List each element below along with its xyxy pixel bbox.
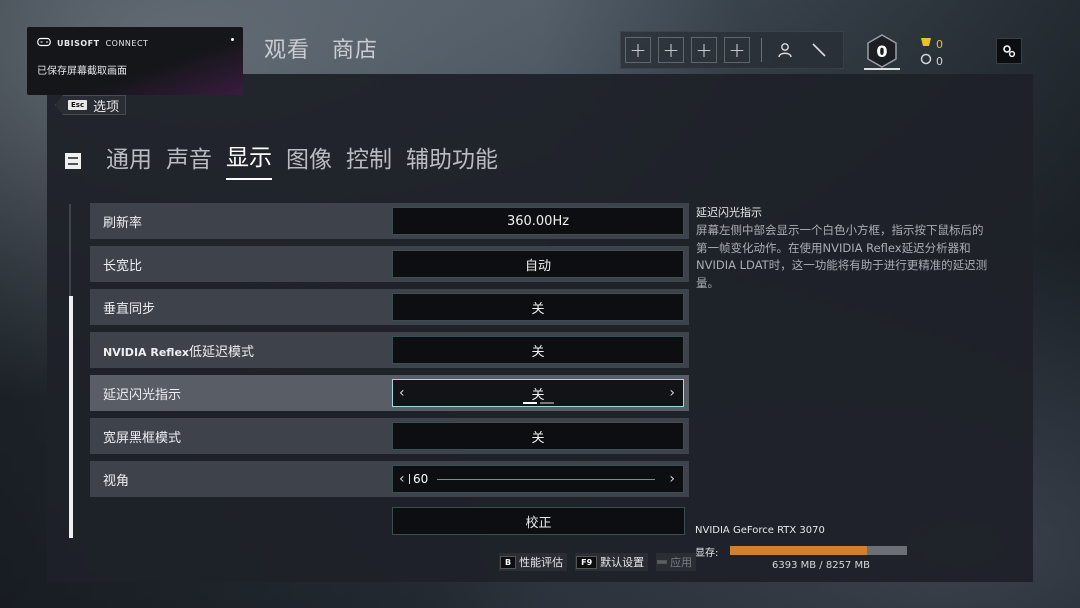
options-tabs: 通用 声音 显示 图像 控制 辅助功能	[64, 138, 498, 180]
chevron-left-icon[interactable]: ‹	[399, 471, 405, 487]
toast-message: 已保存屏幕截取画面	[37, 66, 127, 77]
setting-value-box[interactable]: 自动	[392, 250, 684, 278]
brand-name: UBISOFT	[57, 38, 100, 48]
setting-value-box[interactable]: 关	[392, 336, 684, 364]
setting-value-box[interactable]: ‹ 关 ›	[392, 379, 684, 407]
slider-value: 60	[413, 472, 429, 486]
scrollbar-thumb[interactable]	[69, 296, 73, 538]
setting-label: 视角	[103, 473, 130, 489]
footer-label: 应用	[670, 556, 693, 569]
back-label: 选项	[93, 99, 120, 115]
chevron-right-icon[interactable]: ›	[669, 471, 675, 487]
footer-label: 性能评估	[519, 556, 564, 569]
ubisoft-connect-brand: UBISOFT CONNECT	[37, 37, 148, 49]
credits-icon	[920, 53, 932, 70]
renown-icon	[920, 36, 932, 53]
setting-value-box[interactable]: 关	[392, 293, 684, 321]
screenshot-toast: UBISOFT CONNECT 已保存屏幕截取画面	[27, 27, 243, 95]
setting-label: 刷新率	[103, 215, 143, 231]
squad-slot-3[interactable]: +	[691, 37, 717, 63]
setting-label: 垂直同步	[103, 301, 156, 317]
settings-list: 刷新率 360.00Hz 长宽比 自动 垂直同步 关 NVIDIA Reflex…	[90, 203, 689, 504]
option-indicator	[523, 402, 554, 404]
gpu-name: NVIDIA GeForce RTX 3070	[695, 525, 825, 536]
tab-general[interactable]: 通用	[106, 140, 152, 180]
vram-label: 显存:	[695, 548, 719, 559]
gear-icon	[1003, 45, 1016, 58]
description-text: 屏幕左侧中部会显示一个白色小方框，指示按下鼠标后的第一帧变化动作。在使用NVID…	[696, 223, 988, 290]
slider-handle[interactable]	[409, 474, 410, 484]
setting-aspect-ratio[interactable]: 长宽比 自动	[90, 246, 689, 282]
key-hint: F9	[576, 555, 598, 569]
squad-bar: + + + +	[620, 31, 844, 69]
slider-track[interactable]	[437, 479, 655, 480]
setting-value-box[interactable]: 关	[392, 422, 684, 450]
top-nav-item-watch[interactable]: 观看	[264, 32, 310, 64]
divider	[761, 38, 762, 62]
settings-gear-button[interactable]	[996, 38, 1022, 64]
setting-field-of-view[interactable]: 视角 ‹ 60 ›	[90, 461, 689, 497]
chevron-left-icon[interactable]: ‹	[399, 385, 405, 401]
setting-letterbox[interactable]: 宽屏黑框模式 关	[90, 418, 689, 454]
setting-label-text: 低延迟模式	[189, 344, 255, 360]
back-button[interactable]: Esc 选项	[55, 95, 127, 115]
fov-slider[interactable]: ‹ 60 ›	[392, 465, 684, 493]
vram-usage-text: 6393 MB / 8257 MB	[772, 560, 870, 571]
calibrate-label: 校正	[525, 515, 552, 531]
level-underline	[864, 68, 900, 70]
reset-defaults-button[interactable]: F9 默认设置	[575, 553, 649, 571]
squad-slot-1[interactable]: +	[625, 37, 651, 63]
squad-slot-4[interactable]: +	[724, 37, 750, 63]
setting-label: 延迟闪光指示	[103, 387, 182, 403]
footer-label: 默认设置	[600, 556, 645, 569]
setting-value-box[interactable]: 360.00Hz	[392, 207, 684, 235]
apply-button[interactable]: 应用	[656, 553, 697, 571]
currency-panel: 0 0	[920, 36, 943, 70]
setting-vsync[interactable]: 垂直同步 关	[90, 289, 689, 325]
vram-usage-bar	[730, 546, 907, 555]
setting-value: 关	[531, 387, 545, 403]
key-hint	[657, 560, 668, 564]
setting-label: NVIDIA Reflex低延迟模式	[103, 341, 254, 360]
credits-amount: 0	[936, 54, 943, 68]
top-nav: 员 观看 商店	[222, 32, 378, 64]
benchmark-button[interactable]: B 性能评估	[499, 553, 568, 571]
vram-usage-fill	[730, 546, 867, 555]
chevron-right-icon[interactable]: ›	[669, 385, 675, 401]
gamepad-icon	[37, 37, 51, 49]
brand-suffix: CONNECT	[105, 38, 149, 48]
renown-amount: 0	[936, 37, 943, 51]
setting-refresh-rate[interactable]: 刷新率 360.00Hz	[90, 203, 689, 239]
setting-label: 宽屏黑框模式	[103, 430, 182, 446]
level-badge[interactable]: 0	[864, 33, 900, 69]
setting-value: 关	[531, 344, 545, 360]
footer-actions: B 性能评估 F9 默认设置 应用	[499, 553, 697, 571]
notification-dot	[231, 38, 234, 41]
setting-label-brand: NVIDIA Reflex	[103, 345, 190, 359]
tab-controls[interactable]: 控制	[346, 140, 392, 180]
squad-slot-2[interactable]: +	[658, 37, 684, 63]
setting-value: 关	[531, 301, 545, 317]
key-hint: B	[500, 555, 517, 569]
option-pip-active	[523, 402, 537, 404]
setting-nvidia-reflex[interactable]: NVIDIA Reflex低延迟模式 关	[90, 332, 689, 368]
sliders-icon	[64, 152, 82, 170]
esc-key-hint: Esc	[68, 100, 88, 110]
tab-display[interactable]: 显示	[226, 138, 272, 180]
tab-graphics[interactable]: 图像	[286, 140, 332, 180]
tab-audio[interactable]: 声音	[166, 140, 212, 180]
level-value: 0	[876, 41, 888, 61]
setting-latency-flash[interactable]: 延迟闪光指示 ‹ 关 ›	[90, 375, 689, 411]
setting-value: 自动	[524, 258, 551, 274]
slash-icon[interactable]	[808, 39, 830, 61]
profile-icon[interactable]	[774, 39, 796, 61]
top-nav-item-store[interactable]: 商店	[332, 32, 378, 64]
setting-label: 长宽比	[103, 258, 143, 274]
setting-value: 360.00Hz	[506, 213, 570, 229]
description-title: 延迟闪光指示	[696, 206, 762, 219]
setting-value: 关	[531, 430, 545, 446]
calibrate-button[interactable]: 校正	[392, 507, 685, 535]
tab-accessibility[interactable]: 辅助功能	[406, 140, 498, 180]
option-pip	[540, 402, 554, 404]
